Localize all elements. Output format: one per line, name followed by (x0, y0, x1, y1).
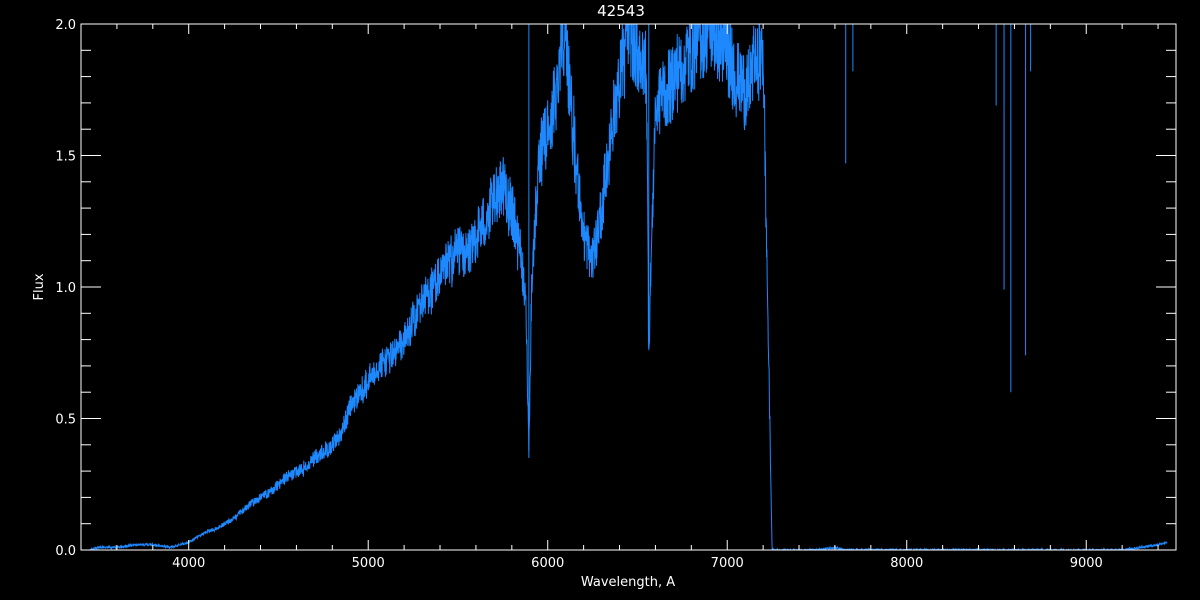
y-tick-label: 0.5 (55, 413, 76, 428)
spectrum-chart: 42543 4000 5000 6000 7000 8000 9000 0.0 0.5 1.0 1… (0, 0, 1200, 600)
y-tick-label: 1.0 (55, 281, 76, 296)
x-tick-label: 7000 (711, 556, 744, 571)
y-tick-label: 1.5 (55, 150, 76, 165)
x-tick-label: 5000 (352, 556, 385, 571)
y-axis-title: Flux (32, 273, 47, 300)
chart-title: 42543 (597, 2, 645, 20)
x-axis-title: Wavelength, A (581, 575, 675, 590)
y-tick-label: 0.0 (55, 544, 76, 559)
chart-background (0, 0, 1200, 600)
y-tick-label: 2.0 (55, 18, 76, 33)
x-tick-label: 4000 (172, 556, 205, 571)
x-tick-label: 9000 (1070, 556, 1103, 571)
x-tick-label: 6000 (531, 556, 564, 571)
x-tick-label: 8000 (890, 556, 923, 571)
